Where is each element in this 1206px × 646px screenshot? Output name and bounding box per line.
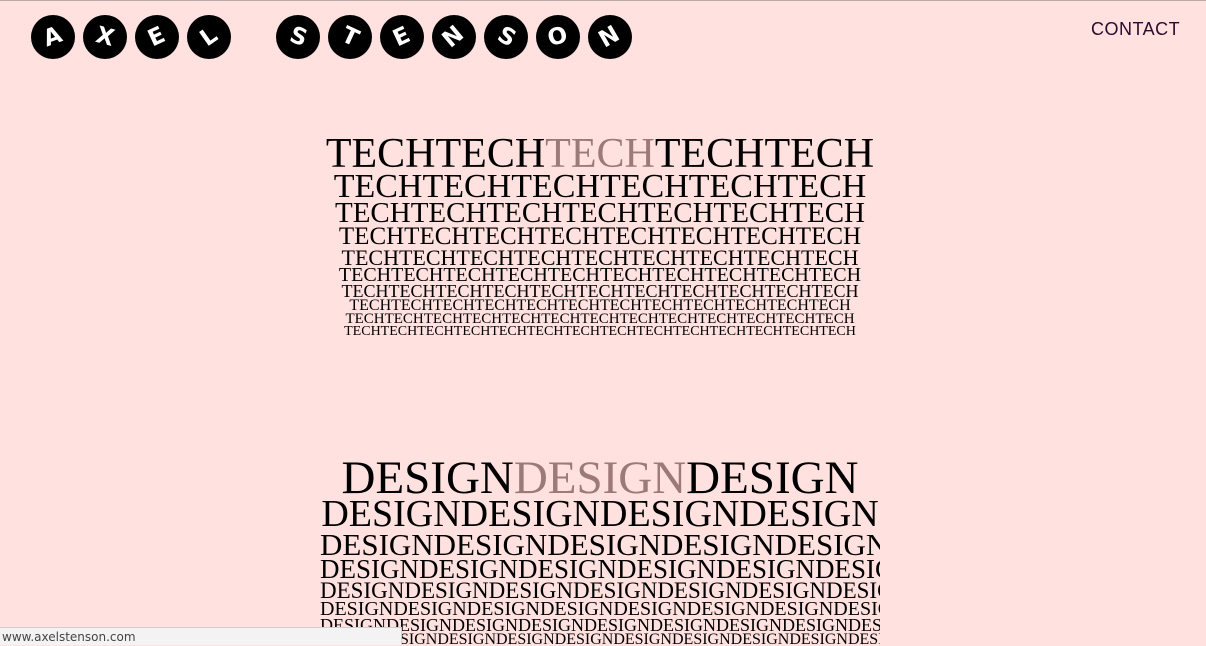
word-segment: DESIGNDESIGNDESIGNDESIGNDESIGNDESIGNDESI…	[320, 581, 880, 601]
tech-block-row: TECHTECHTECHTECHTECHTECHTECHTECHTECHTECH…	[320, 299, 880, 313]
logo-word-second: S T E N S O N	[276, 15, 632, 59]
word-segment: DESIGNDESIGNDESIGNDESIGNDESIGNDESIGNDESI…	[320, 633, 880, 645]
word-segment: TECHTECHTECHTECHTECHTECHTECHTECH	[338, 226, 862, 248]
word-segment: TECHTECHTECHTECHTECHTECHTECHTECHTECHTECH…	[349, 299, 851, 313]
logo-letter-circle: S	[484, 15, 528, 59]
design-block-row: DESIGNDESIGNDESIGNDESIGNDESIGNDESIGNDESI…	[320, 581, 880, 601]
word-segment: TECHTECH	[325, 136, 546, 172]
design-block-row: DESIGNDESIGNDESIGNDESIGNDESIGNDESIGNDESI…	[320, 618, 880, 633]
word-segment: DESIGN	[341, 458, 514, 498]
word-segment: TECHTECHTECHTECHTECHTECHTECH	[334, 201, 865, 226]
design-wordmark-block[interactable]: DESIGNDESIGNDESIGN DESIGNDESIGNDESIGNDESI…	[320, 458, 880, 645]
word-segment: TECHTECHTECHTECHTECHTECHTECHTECHTECHTECH…	[344, 326, 856, 338]
tech-block-row: TECHTECHTECHTECHTECHTECHTECHTECHTECH	[320, 248, 880, 267]
word-segment: DESIGNDESIGNDESIGNDESIGNDESIGN	[320, 531, 880, 558]
word-segment: TECHTECHTECHTECHTECHTECHTECHTECHTECH	[341, 248, 859, 267]
logo-letter-circle: O	[536, 15, 580, 59]
logo-letter-circle: T	[328, 15, 372, 59]
logo-letter-circle: A	[31, 15, 75, 59]
word-segment: TECHTECHTECHTECHTECHTECHTECHTECHTECHTECH…	[341, 284, 859, 299]
tech-block-row: TECHTECHTECHTECHTECH	[320, 136, 880, 172]
word-segment: TECHTECH	[654, 136, 875, 172]
word-segment: DESIGNDESIGNDESIGNDESIGNDESIGNDESIGNDESI…	[320, 601, 880, 618]
word-segment: DESIGN	[686, 458, 859, 498]
design-block-row: DESIGNDESIGNDESIGNDESIGNDESIGNDESIGNDESI…	[320, 633, 880, 645]
word-segment: TECHTECHTECHTECHTECHTECHTECHTECHTECHTECH	[338, 267, 862, 284]
logo-letter-circle: E	[135, 15, 179, 59]
logo-letter-circle: S	[276, 15, 320, 59]
browser-status-bar: www.axelstenson.com	[0, 627, 402, 645]
tech-block-row: TECHTECHTECHTECHTECHTECH	[320, 172, 880, 201]
highlighted-word: TECH	[545, 136, 655, 172]
contact-link[interactable]: CONTACT	[1091, 19, 1180, 40]
design-block-row: DESIGNDESIGNDESIGNDESIGNDESIGNDESIGNDESI…	[320, 601, 880, 618]
logo-letter-circle: E	[380, 15, 424, 59]
logo-letter-circle: L	[187, 15, 231, 59]
tech-block-row: TECHTECHTECHTECHTECHTECHTECHTECHTECHTECH…	[320, 326, 880, 338]
tech-wordmark-block[interactable]: TECHTECHTECHTECHTECH TECHTECHTECHTECHTECH…	[320, 136, 880, 338]
site-logo[interactable]: A X E L S T E N S O N	[31, 15, 632, 59]
tech-block-row: TECHTECHTECHTECHTECHTECHTECH	[320, 201, 880, 226]
design-block-row: DESIGNDESIGNDESIGN	[320, 458, 880, 498]
word-segment: TECHTECHTECHTECHTECHTECHTECHTECHTECHTECH…	[345, 313, 855, 326]
highlighted-word: DESIGN	[513, 458, 687, 498]
tech-block-row: TECHTECHTECHTECHTECHTECHTECHTECH	[320, 226, 880, 248]
design-block-row: DESIGNDESIGNDESIGNDESIGNDESIGN	[320, 531, 880, 558]
logo-letter-circle: N	[588, 15, 632, 59]
word-segment: DESIGNDESIGNDESIGNDESIGNDESIGNDESIGNDESI…	[320, 618, 880, 633]
word-segment: TECHTECHTECHTECHTECHTECH	[333, 172, 867, 201]
tech-block-row: TECHTECHTECHTECHTECHTECHTECHTECHTECHTECH…	[320, 313, 880, 326]
design-block-row: DESIGNDESIGNDESIGNDESIGN	[320, 498, 880, 531]
word-segment: DESIGNDESIGNDESIGNDESIGNDESIGNDESIGN	[320, 558, 880, 581]
logo-letter-circle: X	[83, 15, 127, 59]
logo-letter-circle: N	[432, 15, 476, 59]
word-segment: DESIGNDESIGNDESIGNDESIGN	[321, 498, 879, 531]
top-divider	[0, 0, 1206, 1]
design-block-row: DESIGNDESIGNDESIGNDESIGNDESIGNDESIGN	[320, 558, 880, 581]
tech-block-row: TECHTECHTECHTECHTECHTECHTECHTECHTECHTECH…	[320, 284, 880, 299]
tech-block-row: TECHTECHTECHTECHTECHTECHTECHTECHTECHTECH	[320, 267, 880, 284]
logo-word-first: A X E L	[31, 15, 231, 59]
